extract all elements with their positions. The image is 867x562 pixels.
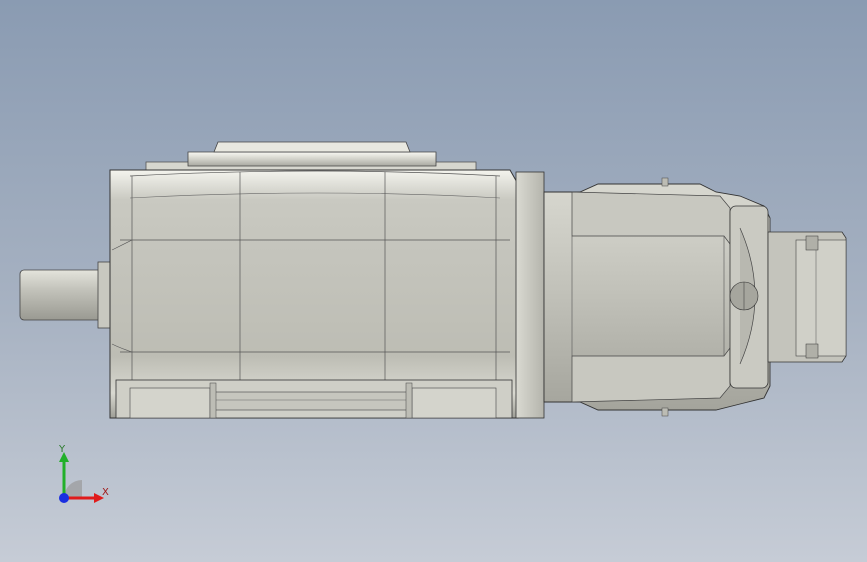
graphics-viewport[interactable]: Y X	[0, 0, 867, 562]
x-axis-label: X	[102, 487, 109, 498]
input-shaft	[19, 261, 115, 329]
cad-model[interactable]	[0, 0, 867, 562]
triad-graphic	[59, 452, 104, 503]
z-axis-icon	[59, 493, 69, 503]
indexer-housing	[109, 169, 519, 419]
y-axis-label: Y	[59, 444, 66, 455]
motor-connector	[767, 231, 847, 363]
output-disc	[145, 141, 477, 173]
servo-motor	[543, 177, 771, 417]
axis-triad: Y X	[40, 438, 130, 513]
adapter-block	[515, 171, 545, 419]
